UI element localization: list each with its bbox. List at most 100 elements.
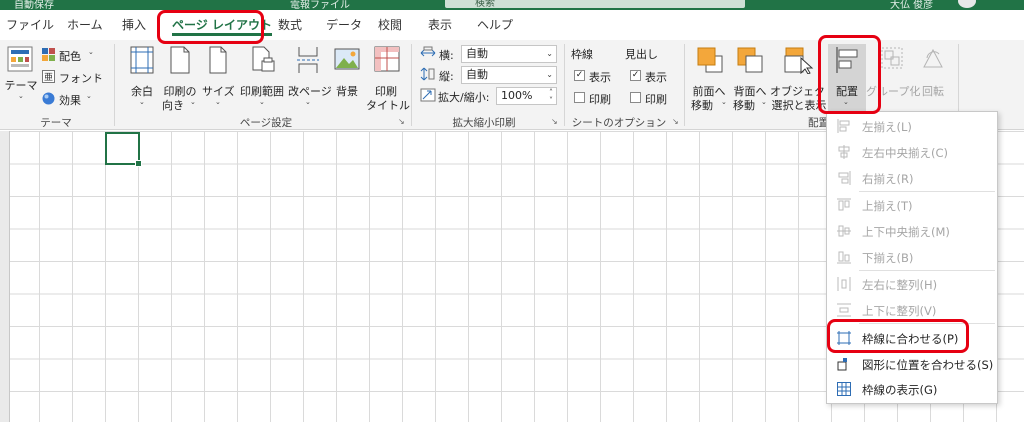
breaks-button[interactable]: 改ページ ⌄: [288, 46, 332, 112]
menu-item-label: 上下に整列(V): [862, 304, 937, 318]
scale-value: 100%: [501, 89, 533, 102]
bring-forward-button[interactable]: 前面へ 移動 ⌄: [688, 46, 730, 112]
menu-item-align-bottom[interactable]: 下揃え(B): [827, 245, 997, 269]
highlight-page-layout-tab: [157, 10, 264, 44]
svg-text:亜: 亜: [44, 72, 53, 83]
align-right-icon: [838, 171, 851, 185]
effects-icon: [42, 92, 55, 105]
margins-icon: [130, 46, 154, 74]
tab-data[interactable]: データ: [326, 10, 362, 40]
autosave-label[interactable]: 自動保存: [14, 0, 54, 10]
menu-item-align-center[interactable]: 左右中央揃え(C): [827, 140, 997, 164]
tab-formulas[interactable]: 数式: [278, 10, 302, 40]
colors-button[interactable]: 配色 ⌄: [42, 46, 112, 64]
gridlines-print-label: 印刷: [589, 93, 611, 106]
colors-label: 配色: [59, 50, 81, 63]
size-label: サイズ: [202, 85, 235, 98]
chevron-down-icon: ⌄: [18, 92, 24, 100]
tab-review[interactable]: 校閲: [378, 10, 402, 40]
chevron-down-icon: ⌄: [139, 98, 145, 106]
active-cell[interactable]: [105, 132, 142, 167]
height-select[interactable]: 自動 ⌄: [461, 66, 557, 84]
tab-file[interactable]: ファイル: [6, 10, 54, 40]
print-area-button[interactable]: 印刷範囲 ⌄: [236, 46, 288, 112]
effects-button[interactable]: 効果 ⌄: [42, 90, 112, 108]
search-box[interactable]: 検索: [445, 0, 745, 9]
height-value: 自動: [466, 68, 488, 81]
rotate-icon: [923, 48, 943, 68]
menu-item-align-right[interactable]: 右揃え(R): [827, 166, 997, 190]
menu-item-align-left[interactable]: 左揃え(L): [827, 114, 997, 138]
menu-item-align-middle[interactable]: 上下中央揃え(M): [827, 219, 997, 243]
send-backward-button[interactable]: 背面へ 移動 ⌄: [730, 46, 770, 112]
page-break-icon: [297, 47, 319, 73]
gridlines-view-label: 表示: [589, 71, 611, 84]
headings-view-checkbox[interactable]: ✓: [630, 70, 641, 81]
group-separator: [564, 44, 565, 126]
align-middle-icon: [837, 225, 851, 237]
fonts-button[interactable]: 亜 フォント ⌄: [42, 68, 112, 86]
menu-separator: [859, 270, 995, 271]
send-backward-icon: [737, 47, 763, 73]
orientation-button[interactable]: 印刷の 向き ⌄: [160, 46, 200, 112]
scale-spinner[interactable]: 100% ˄ ˅: [496, 87, 557, 105]
orientation-icon: [170, 46, 190, 74]
menu-item-label: 枠線の表示(G): [862, 383, 938, 397]
snap-to-shape-icon: [837, 358, 847, 371]
menu-item-label: 上下中央揃え(M): [862, 225, 950, 239]
highlight-snap-to-grid: [827, 319, 969, 353]
background-button[interactable]: 背景: [330, 46, 364, 112]
print-titles-button[interactable]: 印刷 タイトル: [366, 46, 410, 112]
background-image-icon: [334, 48, 360, 70]
distribute-vertical-icon: [837, 303, 851, 317]
scale-launcher-icon[interactable]: ↘: [551, 117, 558, 126]
color-palette-icon: [42, 48, 55, 61]
tab-insert[interactable]: 挿入: [122, 10, 146, 40]
group-icon: [881, 47, 903, 69]
headings-print-checkbox[interactable]: [630, 92, 641, 103]
scale-icon: [420, 88, 436, 102]
menu-item-align-top[interactable]: 上揃え(T): [827, 193, 997, 217]
align-bottom-icon: [837, 251, 851, 264]
menu-item-label: 左右に整列(H): [862, 278, 938, 292]
group-separator: [411, 44, 412, 126]
group-label-sheet-options: シートのオプション: [571, 117, 667, 129]
align-center-icon: [838, 145, 850, 159]
menu-item-distribute-horizontally[interactable]: 左右に整列(H): [827, 272, 997, 296]
chevron-down-icon: ⌄: [96, 70, 102, 78]
bring-forward-label-2: 移動: [691, 99, 713, 112]
gridlines-icon: [837, 382, 851, 396]
gridlines-print-checkbox[interactable]: [574, 92, 585, 103]
headings-view-label: 表示: [645, 71, 667, 84]
chevron-down-icon: ⌄: [88, 48, 94, 56]
orientation-label-2: 向き: [162, 99, 184, 112]
width-select[interactable]: 自動 ⌄: [461, 45, 557, 63]
themes-button[interactable]: テーマ ⌄: [4, 46, 38, 102]
menu-item-snap-to-shape[interactable]: 図形に位置を合わせる(S): [827, 352, 997, 376]
sheet-options-launcher-icon[interactable]: ↘: [672, 117, 679, 126]
gridlines-view-checkbox[interactable]: ✓: [574, 70, 585, 81]
tab-help[interactable]: ヘルプ: [477, 10, 513, 40]
font-icon: 亜: [42, 70, 55, 83]
background-label: 背景: [336, 85, 358, 98]
tab-home[interactable]: ホーム: [67, 10, 103, 40]
group-label-themes: テーマ: [40, 117, 72, 129]
print-area-label: 印刷範囲: [240, 85, 284, 98]
group-separator: [684, 44, 685, 126]
chevron-down-icon: ⌄: [546, 49, 553, 58]
size-button[interactable]: サイズ ⌄: [202, 46, 235, 112]
spin-down-icon[interactable]: ˅: [549, 93, 553, 109]
tab-view[interactable]: 表示: [428, 10, 452, 40]
page-setup-launcher-icon[interactable]: ↘: [398, 117, 405, 126]
themes-label: テーマ: [4, 79, 38, 92]
group-label-page-setup: ページ設定: [239, 117, 293, 129]
avatar[interactable]: [958, 0, 976, 8]
menu-item-label: 右揃え(R): [862, 172, 914, 186]
chevron-down-icon: ⌄: [215, 98, 221, 106]
distribute-horizontal-icon: [837, 277, 851, 291]
file-name: 電報ファイル: [290, 0, 350, 10]
menu-item-view-gridlines[interactable]: 枠線の表示(G): [827, 377, 997, 401]
margins-button[interactable]: 余白 ⌄: [126, 46, 158, 112]
headings-heading: 見出し: [625, 48, 658, 61]
height-icon: [420, 67, 435, 81]
